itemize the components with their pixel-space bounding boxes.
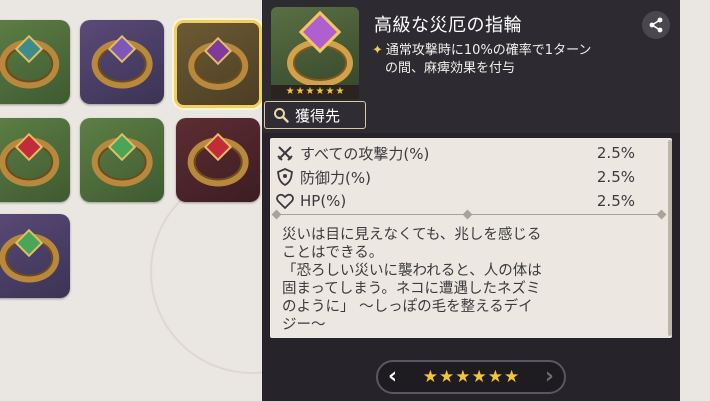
stat-value: 2.5%: [596, 192, 635, 210]
flavor-line: 固まってしまう。ネコに遭遇したネズミ: [282, 281, 541, 297]
item-star-rating: ★ ★ ★ ★ ★ ★: [271, 85, 359, 99]
stat-row-attack: すべての攻撃力(%) 2.5%: [270, 142, 665, 164]
inventory-slot-ring-selected[interactable]: [174, 20, 262, 108]
acquisition-button[interactable]: 獲得先: [264, 101, 366, 129]
star-icon: ★: [285, 86, 295, 97]
stat-value: 2.5%: [596, 168, 635, 186]
flavor-line: 「恐ろしい災いに襲われると、人の体は: [282, 263, 542, 279]
item-passive-effect: ✦ 通常攻撃時に10%の確率で1ターン の間、麻痺効果を付与: [372, 42, 632, 78]
inventory-slot-ring-6[interactable]: [176, 118, 260, 202]
star-icon: ★: [504, 366, 520, 387]
scrollbar[interactable]: [668, 140, 672, 336]
inventory-slot-ring-4[interactable]: [0, 118, 70, 202]
inventory-slot-ring-1[interactable]: [0, 20, 70, 104]
share-icon: [649, 17, 663, 33]
inventory-slot-ring-2[interactable]: [80, 20, 164, 104]
stat-name: 防御力(%): [300, 168, 371, 187]
item-title: 高級な災厄の指輪: [374, 15, 522, 36]
share-button[interactable]: [642, 11, 670, 39]
flavor-line: 災いは目に見えなくても、兆しを感じる: [282, 227, 542, 243]
flavor-line: のように」 〜しっぽの毛を整えるデイ: [282, 299, 533, 315]
star-icon: ★: [325, 86, 335, 97]
star-icon: ★: [487, 366, 503, 387]
flavor-line: ジー〜: [282, 317, 326, 333]
inventory-slot-ring-7[interactable]: [0, 214, 70, 298]
item-detail-panel: ★ ★ ★ ★ ★ ★ 高級な災厄の指輪 ✦ 通常攻撃時に10%の確率で1ターン …: [262, 0, 680, 401]
sparkle-icon: ✦: [372, 43, 383, 58]
grade-selector: ‹ ★ ★ ★ ★ ★ ★ ›: [376, 360, 566, 394]
item-stats-sheet[interactable]: すべての攻撃力(%) 2.5% 防御力(%) 2.5% HP(%) 2.5% 災…: [270, 138, 672, 338]
star-icon: ★: [455, 366, 471, 387]
prev-grade-button[interactable]: ‹: [388, 366, 397, 388]
star-icon: ★: [335, 86, 345, 97]
item-header: ★ ★ ★ ★ ★ ★ 高級な災厄の指輪 ✦ 通常攻撃時に10%の確率で1ターン …: [262, 0, 680, 133]
star-icon: ★: [439, 366, 455, 387]
right-margin: [680, 0, 710, 401]
heart-icon: [276, 193, 294, 209]
stat-value: 2.5%: [596, 144, 635, 162]
magnifier-icon: [274, 108, 289, 123]
acquisition-label: 獲得先: [295, 106, 341, 125]
star-icon: ★: [471, 366, 487, 387]
item-flavor-text: 災いは目に見えなくても、兆しを感じる ことはできる。 「恐ろしい災いに襲われると…: [282, 226, 662, 334]
section-divider: [271, 209, 667, 220]
inventory-slot-ring-5[interactable]: [80, 118, 164, 202]
passive-line-1: 通常攻撃時に10%の確率で1ターン: [385, 43, 592, 58]
passive-line-2: の間、麻痺効果を付与: [385, 61, 516, 76]
item-portrait: [271, 7, 359, 95]
stat-row-defense: 防御力(%) 2.5%: [270, 166, 665, 188]
stat-name: すべての攻撃力(%): [300, 144, 430, 163]
grade-stars: ★ ★ ★ ★ ★ ★: [422, 366, 520, 387]
flavor-line: ことはできる。: [282, 245, 384, 261]
crossed-swords-icon: [277, 146, 293, 161]
star-icon: ★: [422, 366, 438, 387]
star-icon: ★: [305, 86, 315, 97]
shield-icon: [277, 168, 293, 186]
star-icon: ★: [315, 86, 325, 97]
next-grade-button[interactable]: ›: [545, 366, 554, 388]
stat-name: HP(%): [300, 192, 347, 210]
inventory-grid: [0, 0, 354, 401]
star-icon: ★: [295, 86, 305, 97]
